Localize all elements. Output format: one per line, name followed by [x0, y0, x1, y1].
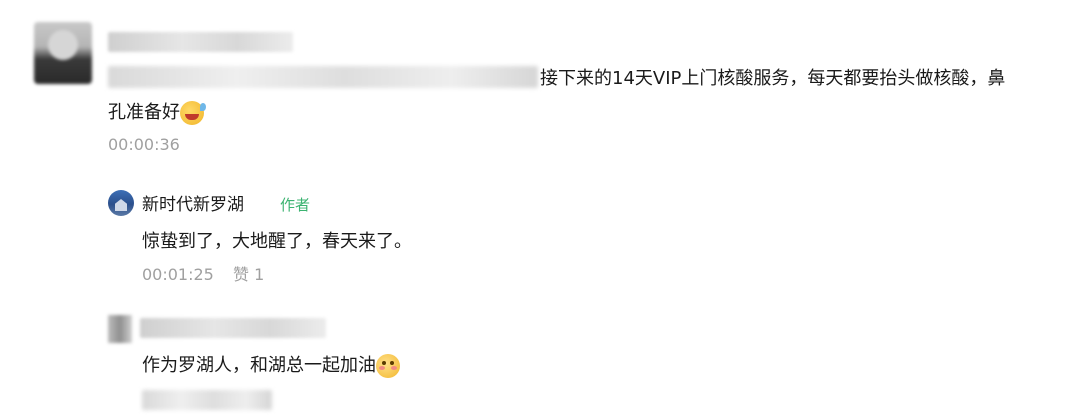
comment-timestamp[interactable]: 00:00:36	[108, 134, 180, 156]
reply-timestamp[interactable]: 00:01:25	[142, 264, 214, 286]
like-button[interactable]: 赞 1	[233, 264, 264, 286]
comment-text-line1: 接下来的14天VIP上门核酸服务，每天都要抬头做核酸，鼻	[540, 68, 1006, 89]
comment-text: 作为罗湖人，和湖总一起加油	[142, 353, 400, 379]
comment-meta-blurred	[142, 390, 272, 410]
comment-text-blurred	[108, 66, 538, 88]
author-badge: 作者	[280, 196, 311, 214]
comment-text: 接下来的14天VIP上门核酸服务，每天都要抬头做核酸，鼻	[540, 66, 1005, 92]
reply-text: 惊蛰到了，大地醒了，春天来了。	[142, 231, 412, 252]
comment-text-continued: 孔准备好	[108, 100, 206, 126]
author-avatar[interactable]	[108, 190, 134, 216]
sweat-smile-icon	[180, 101, 206, 125]
author-name[interactable]: 新时代新罗湖	[142, 193, 244, 217]
shy-smile-icon	[376, 354, 400, 378]
avatar[interactable]	[34, 22, 92, 84]
comment-text-content: 作为罗湖人，和湖总一起加油	[142, 355, 376, 376]
username-blurred[interactable]	[140, 318, 326, 338]
username-blurred[interactable]	[108, 32, 293, 52]
comment-text-line2: 孔准备好	[108, 102, 180, 123]
avatar[interactable]	[108, 315, 132, 343]
